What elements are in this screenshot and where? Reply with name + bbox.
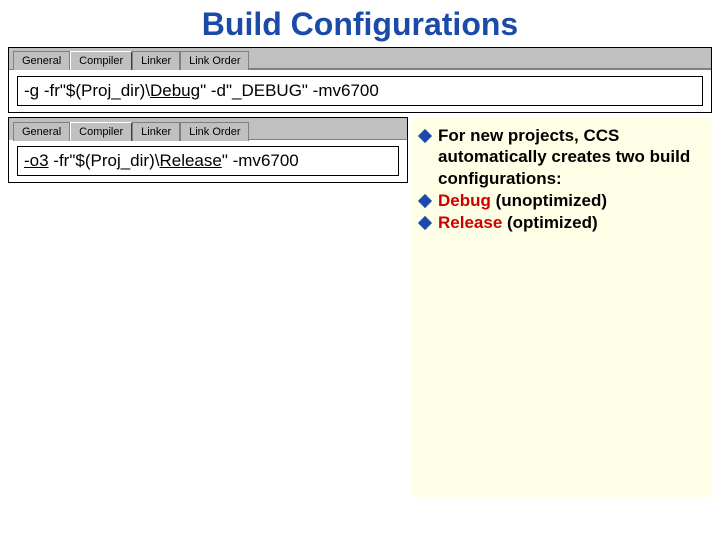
release-input-row: -o3 -fr"$(Proj_dir)\Release" -mv6700 <box>9 140 407 182</box>
tab-general[interactable]: General <box>13 122 70 141</box>
bullet-item: Debug (unoptimized) <box>414 190 706 211</box>
debug-label: Debug <box>438 191 491 210</box>
tab-compiler[interactable]: Compiler <box>70 122 132 141</box>
debug-input-row: -g -fr"$(Proj_dir)\Debug" -d"_DEBUG" -mv… <box>9 70 711 112</box>
tab-spacer <box>249 139 407 140</box>
diamond-bullet-icon <box>418 216 432 230</box>
debug-config-box: General Compiler Linker Link Order -g -f… <box>8 47 712 113</box>
tab-link-order[interactable]: Link Order <box>180 51 249 70</box>
bullet-text: Release (optimized) <box>438 212 706 233</box>
bullet-item: Release (optimized) <box>414 212 706 233</box>
flag-text: -fr"$(Proj_dir)\ <box>49 151 160 170</box>
debug-tabs: General Compiler Linker Link Order <box>9 48 711 70</box>
main-area: General Compiler Linker Link Order -o3 -… <box>8 117 712 497</box>
bullet-text: For new projects, CCS automatically crea… <box>438 125 706 189</box>
debug-compiler-flags[interactable]: -g -fr"$(Proj_dir)\Debug" -d"_DEBUG" -mv… <box>17 76 703 106</box>
tab-link-order[interactable]: Link Order <box>180 122 249 141</box>
flag-arch: 6700 <box>261 151 299 170</box>
flag-debug-word: Debug <box>150 81 200 100</box>
release-tabs: General Compiler Linker Link Order <box>9 118 407 140</box>
flag-text: " -d"_DEBUG" -mv <box>200 81 341 100</box>
release-config-box: General Compiler Linker Link Order -o3 -… <box>8 117 408 183</box>
bullet-list: For new projects, CCS automatically crea… <box>414 125 706 233</box>
right-column: For new projects, CCS automatically crea… <box>412 117 712 497</box>
left-column: General Compiler Linker Link Order -o3 -… <box>8 117 408 497</box>
flag-text: " -mv <box>222 151 261 170</box>
tab-linker[interactable]: Linker <box>132 122 180 141</box>
diamond-bullet-icon <box>418 129 432 143</box>
flag-text: -g -fr"$(Proj_dir)\ <box>24 81 150 100</box>
bullet-text: Debug (unoptimized) <box>438 190 706 211</box>
bullet-suffix: (unoptimized) <box>491 191 607 210</box>
release-compiler-flags[interactable]: -o3 -fr"$(Proj_dir)\Release" -mv6700 <box>17 146 399 176</box>
page-title: Build Configurations <box>0 0 720 47</box>
flag-opt: -o3 <box>24 151 49 170</box>
flag-arch: 6700 <box>341 81 379 100</box>
diamond-bullet-icon <box>418 194 432 208</box>
bullet-item: For new projects, CCS automatically crea… <box>414 125 706 189</box>
tab-linker[interactable]: Linker <box>132 51 180 70</box>
tab-spacer <box>249 68 711 69</box>
tab-compiler[interactable]: Compiler <box>70 51 132 70</box>
flag-release-word: Release <box>159 151 221 170</box>
release-label: Release <box>438 213 502 232</box>
tab-general[interactable]: General <box>13 51 70 70</box>
bullet-suffix: (optimized) <box>502 213 597 232</box>
